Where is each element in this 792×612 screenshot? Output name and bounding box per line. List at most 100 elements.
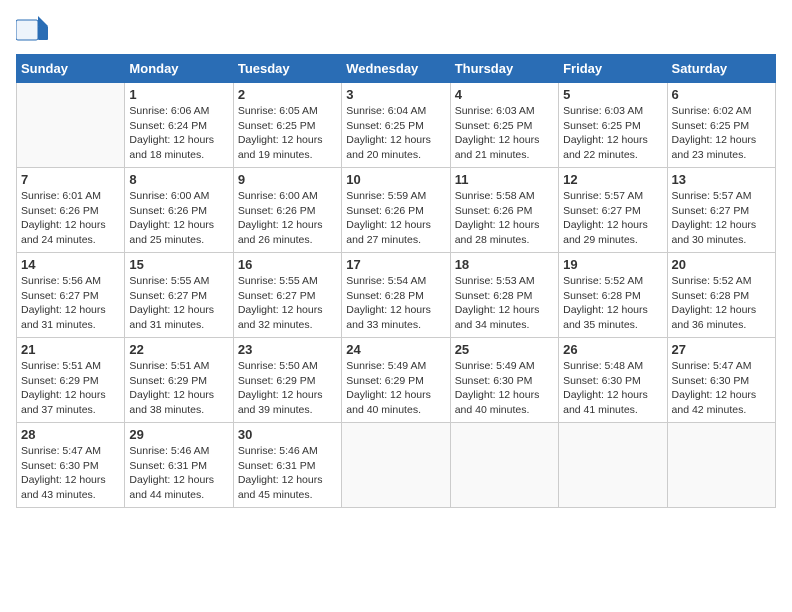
day-number: 14 (21, 257, 120, 272)
day-info: Sunrise: 6:04 AMSunset: 6:25 PMDaylight:… (346, 104, 445, 163)
calendar-cell: 16 Sunrise: 5:55 AMSunset: 6:27 PMDayligh… (233, 253, 341, 338)
day-info: Sunrise: 5:47 AMSunset: 6:30 PMDaylight:… (672, 359, 771, 418)
calendar-cell: 30 Sunrise: 5:46 AMSunset: 6:31 PMDayligh… (233, 423, 341, 508)
day-info: Sunrise: 5:46 AMSunset: 6:31 PMDaylight:… (238, 444, 337, 503)
day-info: Sunrise: 5:57 AMSunset: 6:27 PMDaylight:… (672, 189, 771, 248)
calendar-header-row: SundayMondayTuesdayWednesdayThursdayFrid… (17, 55, 776, 83)
day-number: 28 (21, 427, 120, 442)
day-number: 6 (672, 87, 771, 102)
logo (16, 16, 52, 44)
weekday-header: Wednesday (342, 55, 450, 83)
day-number: 22 (129, 342, 228, 357)
calendar-cell: 1 Sunrise: 6:06 AMSunset: 6:24 PMDaylight… (125, 83, 233, 168)
page-header (16, 16, 776, 44)
day-number: 7 (21, 172, 120, 187)
calendar-cell: 23 Sunrise: 5:50 AMSunset: 6:29 PMDayligh… (233, 338, 341, 423)
calendar-cell: 27 Sunrise: 5:47 AMSunset: 6:30 PMDayligh… (667, 338, 775, 423)
day-number: 11 (455, 172, 554, 187)
calendar-cell: 11 Sunrise: 5:58 AMSunset: 6:26 PMDayligh… (450, 168, 558, 253)
calendar-cell: 29Sunrise: 5:46 AMSunset: 6:31 PMDayligh… (125, 423, 233, 508)
day-number: 12 (563, 172, 662, 187)
day-info: Sunrise: 6:06 AMSunset: 6:24 PMDaylight:… (129, 104, 228, 163)
day-info: Sunrise: 5:54 AMSunset: 6:28 PMDaylight:… (346, 274, 445, 333)
day-info: Sunrise: 6:01 AMSunset: 6:26 PMDaylight:… (21, 189, 120, 248)
day-number: 8 (129, 172, 228, 187)
day-info: Sunrise: 5:53 AMSunset: 6:28 PMDaylight:… (455, 274, 554, 333)
calendar-cell: 10 Sunrise: 5:59 AMSunset: 6:26 PMDayligh… (342, 168, 450, 253)
day-number: 13 (672, 172, 771, 187)
calendar-cell: 28 Sunrise: 5:47 AMSunset: 6:30 PMDayligh… (17, 423, 125, 508)
day-info: Sunrise: 5:49 AMSunset: 6:30 PMDaylight:… (455, 359, 554, 418)
day-number: 24 (346, 342, 445, 357)
calendar-cell: 5Sunrise: 6:03 AMSunset: 6:25 PMDaylight… (559, 83, 667, 168)
calendar-cell: 19 Sunrise: 5:52 AMSunset: 6:28 PMDayligh… (559, 253, 667, 338)
day-number: 30 (238, 427, 337, 442)
day-info: Sunrise: 5:59 AMSunset: 6:26 PMDaylight:… (346, 189, 445, 248)
day-info: Sunrise: 5:49 AMSunset: 6:29 PMDaylight:… (346, 359, 445, 418)
day-number: 16 (238, 257, 337, 272)
calendar-cell: 24 Sunrise: 5:49 AMSunset: 6:29 PMDayligh… (342, 338, 450, 423)
calendar-week-row: 7 Sunrise: 6:01 AMSunset: 6:26 PMDaylight… (17, 168, 776, 253)
day-info: Sunrise: 5:58 AMSunset: 6:26 PMDaylight:… (455, 189, 554, 248)
day-number: 3 (346, 87, 445, 102)
calendar-cell: 12 Sunrise: 5:57 AMSunset: 6:27 PMDayligh… (559, 168, 667, 253)
calendar-cell (450, 423, 558, 508)
day-info: Sunrise: 5:57 AMSunset: 6:27 PMDaylight:… (563, 189, 662, 248)
day-number: 5 (563, 87, 662, 102)
day-info: Sunrise: 5:51 AMSunset: 6:29 PMDaylight:… (129, 359, 228, 418)
day-number: 19 (563, 257, 662, 272)
day-number: 15 (129, 257, 228, 272)
day-info: Sunrise: 5:51 AMSunset: 6:29 PMDaylight:… (21, 359, 120, 418)
day-info: Sunrise: 5:52 AMSunset: 6:28 PMDaylight:… (563, 274, 662, 333)
calendar-cell (559, 423, 667, 508)
day-number: 21 (21, 342, 120, 357)
day-number: 26 (563, 342, 662, 357)
day-number: 10 (346, 172, 445, 187)
day-number: 20 (672, 257, 771, 272)
day-number: 9 (238, 172, 337, 187)
day-number: 4 (455, 87, 554, 102)
weekday-header: Thursday (450, 55, 558, 83)
weekday-header: Sunday (17, 55, 125, 83)
calendar-cell (17, 83, 125, 168)
day-number: 23 (238, 342, 337, 357)
day-number: 27 (672, 342, 771, 357)
calendar-cell: 14 Sunrise: 5:56 AMSunset: 6:27 PMDayligh… (17, 253, 125, 338)
calendar-cell: 22 Sunrise: 5:51 AMSunset: 6:29 PMDayligh… (125, 338, 233, 423)
day-number: 25 (455, 342, 554, 357)
day-info: Sunrise: 6:02 AMSunset: 6:25 PMDaylight:… (672, 104, 771, 163)
calendar-cell (342, 423, 450, 508)
day-info: Sunrise: 5:47 AMSunset: 6:30 PMDaylight:… (21, 444, 120, 503)
calendar-week-row: 1 Sunrise: 6:06 AMSunset: 6:24 PMDaylight… (17, 83, 776, 168)
day-info: Sunrise: 6:03 AMSunset: 6:25 PMDaylight:… (455, 104, 554, 163)
day-info: Sunrise: 6:05 AMSunset: 6:25 PMDaylight:… (238, 104, 337, 163)
calendar-cell: 15Sunrise: 5:55 AMSunset: 6:27 PMDayligh… (125, 253, 233, 338)
day-info: Sunrise: 5:50 AMSunset: 6:29 PMDaylight:… (238, 359, 337, 418)
calendar-cell: 6 Sunrise: 6:02 AMSunset: 6:25 PMDaylight… (667, 83, 775, 168)
day-info: Sunrise: 6:00 AMSunset: 6:26 PMDaylight:… (129, 189, 228, 248)
calendar-cell: 20 Sunrise: 5:52 AMSunset: 6:28 PMDayligh… (667, 253, 775, 338)
day-info: Sunrise: 5:48 AMSunset: 6:30 PMDaylight:… (563, 359, 662, 418)
day-info: Sunrise: 5:52 AMSunset: 6:28 PMDaylight:… (672, 274, 771, 333)
day-info: Sunrise: 6:00 AMSunset: 6:26 PMDaylight:… (238, 189, 337, 248)
day-info: Sunrise: 5:56 AMSunset: 6:27 PMDaylight:… (21, 274, 120, 333)
calendar-week-row: 28 Sunrise: 5:47 AMSunset: 6:30 PMDayligh… (17, 423, 776, 508)
weekday-header: Saturday (667, 55, 775, 83)
day-number: 17 (346, 257, 445, 272)
calendar-cell (667, 423, 775, 508)
weekday-header: Friday (559, 55, 667, 83)
calendar-week-row: 14 Sunrise: 5:56 AMSunset: 6:27 PMDayligh… (17, 253, 776, 338)
calendar-cell: 7 Sunrise: 6:01 AMSunset: 6:26 PMDaylight… (17, 168, 125, 253)
calendar-cell: 25 Sunrise: 5:49 AMSunset: 6:30 PMDayligh… (450, 338, 558, 423)
calendar-cell: 17 Sunrise: 5:54 AMSunset: 6:28 PMDayligh… (342, 253, 450, 338)
day-number: 29 (129, 427, 228, 442)
calendar-cell: 9 Sunrise: 6:00 AMSunset: 6:26 PMDaylight… (233, 168, 341, 253)
day-info: Sunrise: 5:55 AMSunset: 6:27 PMDaylight:… (238, 274, 337, 333)
calendar-cell: 13 Sunrise: 5:57 AMSunset: 6:27 PMDayligh… (667, 168, 775, 253)
weekday-header: Monday (125, 55, 233, 83)
day-number: 2 (238, 87, 337, 102)
day-number: 1 (129, 87, 228, 102)
calendar-cell: 3 Sunrise: 6:04 AMSunset: 6:25 PMDaylight… (342, 83, 450, 168)
calendar-cell: 26 Sunrise: 5:48 AMSunset: 6:30 PMDayligh… (559, 338, 667, 423)
calendar-cell: 8 Sunrise: 6:00 AMSunset: 6:26 PMDaylight… (125, 168, 233, 253)
